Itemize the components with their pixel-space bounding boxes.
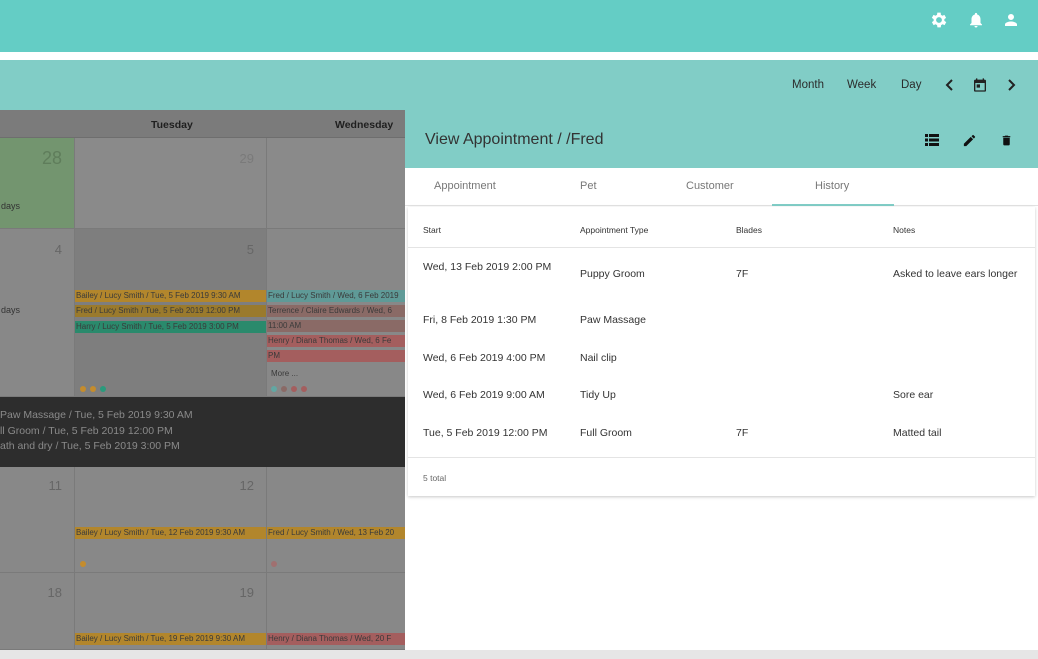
popup-line[interactable]: ll Groom / Tue, 5 Feb 2019 12:00 PM [0, 425, 173, 437]
total-count: 5 total [423, 473, 447, 483]
dialog-title: View Appointment / /Fred [425, 131, 604, 148]
tab-customer[interactable]: Customer [686, 180, 734, 192]
month-calendar: Tuesday Wednesday 28 days 29 4 days 5 Ba… [0, 110, 405, 650]
calendar-event[interactable]: 11:00 AM [267, 320, 405, 332]
calendar-event[interactable]: Bailey / Lucy Smith / Tue, 19 Feb 2019 9… [75, 633, 266, 645]
calendar-event[interactable]: Henry / Diana Thomas / Wed, 6 Fe [267, 335, 405, 347]
active-tab-indicator [772, 204, 894, 206]
calendar-day-5[interactable]: 5 Bailey / Lucy Smith / Tue, 5 Feb 2019 … [75, 229, 267, 397]
history-table: Start Appointment Type Blades Notes Wed,… [408, 207, 1035, 496]
edit-icon[interactable] [960, 131, 978, 149]
calendar-day-4[interactable]: 4 days [0, 229, 75, 397]
more-events-link[interactable]: More ... [271, 369, 298, 378]
tab-pet[interactable]: Pet [580, 180, 597, 192]
column-header-type[interactable]: Appointment Type [580, 225, 648, 235]
week-view-button[interactable]: Week [847, 79, 876, 91]
calendar-day-20[interactable]: Henry / Diana Thomas / Wed, 20 F [267, 573, 405, 650]
calendar-day-6[interactable]: Fred / Lucy Smith / Wed, 6 Feb 2019 Terr… [267, 229, 405, 397]
calendar-day-30[interactable] [267, 138, 405, 229]
calendar-day-28[interactable]: 28 days [0, 138, 75, 229]
event-dot [271, 386, 277, 392]
bottom-strip [0, 650, 1038, 659]
calendar-day-11[interactable]: 11 [0, 467, 75, 573]
popup-line[interactable]: Paw Massage / Tue, 5 Feb 2019 9:30 AM [0, 409, 193, 421]
calendar-header-row: Tuesday Wednesday [0, 110, 405, 138]
month-view-button[interactable]: Month [792, 79, 824, 91]
event-dot [301, 386, 307, 392]
chevron-right-icon[interactable] [1002, 76, 1020, 94]
calendar-day-13[interactable]: Fred / Lucy Smith / Wed, 13 Feb 20 [267, 467, 405, 573]
divider-strip [0, 52, 1038, 60]
event-dot [100, 386, 106, 392]
day-view-button[interactable]: Day [901, 79, 921, 91]
tab-appointment[interactable]: Appointment [434, 180, 496, 192]
calendar-day-18[interactable]: 18 [0, 573, 75, 650]
calendar-event[interactable]: Bailey / Lucy Smith / Tue, 5 Feb 2019 9:… [75, 290, 266, 302]
calendar-toolbar: Month Week Day [0, 60, 1038, 110]
calendar-event[interactable]: Bailey / Lucy Smith / Tue, 12 Feb 2019 9… [75, 527, 266, 539]
header-divider [408, 247, 1035, 248]
gear-icon[interactable] [928, 9, 950, 31]
delete-icon[interactable] [997, 131, 1015, 149]
tuesday-header: Tuesday [151, 119, 193, 131]
calendar-day-19[interactable]: 19 Bailey / Lucy Smith / Tue, 19 Feb 201… [75, 573, 267, 650]
dialog-header: View Appointment / /Fred [405, 110, 1038, 168]
calendar-event[interactable]: PM [267, 350, 405, 362]
view-appointment-dialog: View Appointment / /Fred Appointment Pet… [405, 110, 1038, 650]
column-header-start[interactable]: Start [423, 225, 441, 235]
popup-line[interactable]: ath and dry / Tue, 5 Feb 2019 3:00 PM [0, 440, 180, 452]
tab-history[interactable]: History [815, 180, 849, 192]
event-dot [291, 386, 297, 392]
event-dot [281, 386, 287, 392]
calendar-day-12[interactable]: 12 Bailey / Lucy Smith / Tue, 12 Feb 201… [75, 467, 267, 573]
event-dot [271, 561, 277, 567]
calendar-today-icon[interactable] [971, 76, 989, 94]
event-dot [80, 561, 86, 567]
calendar-day-29[interactable]: 29 [75, 138, 267, 229]
wednesday-header: Wednesday [335, 119, 394, 131]
column-header-notes[interactable]: Notes [893, 225, 915, 235]
list-icon[interactable] [923, 131, 941, 149]
event-dot [80, 386, 86, 392]
app-bar [0, 0, 1038, 52]
event-dot [90, 386, 96, 392]
calendar-event[interactable]: Terrence / Claire Edwards / Wed, 6 [267, 305, 405, 317]
calendar-event[interactable]: Fred / Lucy Smith / Tue, 5 Feb 2019 12:0… [75, 305, 266, 317]
footer-divider [408, 457, 1035, 458]
events-popup: Paw Massage / Tue, 5 Feb 2019 9:30 AM ll… [0, 397, 405, 467]
dialog-tabs: Appointment Pet Customer History [405, 168, 1038, 206]
calendar-event[interactable]: Fred / Lucy Smith / Wed, 6 Feb 2019 [267, 290, 405, 302]
calendar-event[interactable]: Fred / Lucy Smith / Wed, 13 Feb 20 [267, 527, 405, 539]
chevron-left-icon[interactable] [941, 76, 959, 94]
calendar-event[interactable]: Henry / Diana Thomas / Wed, 20 F [267, 633, 405, 645]
calendar-event[interactable]: Harry / Lucy Smith / Tue, 5 Feb 2019 3:0… [75, 321, 266, 333]
bell-icon[interactable] [965, 9, 987, 31]
account-icon[interactable] [1000, 9, 1022, 31]
column-header-blades[interactable]: Blades [736, 225, 762, 235]
